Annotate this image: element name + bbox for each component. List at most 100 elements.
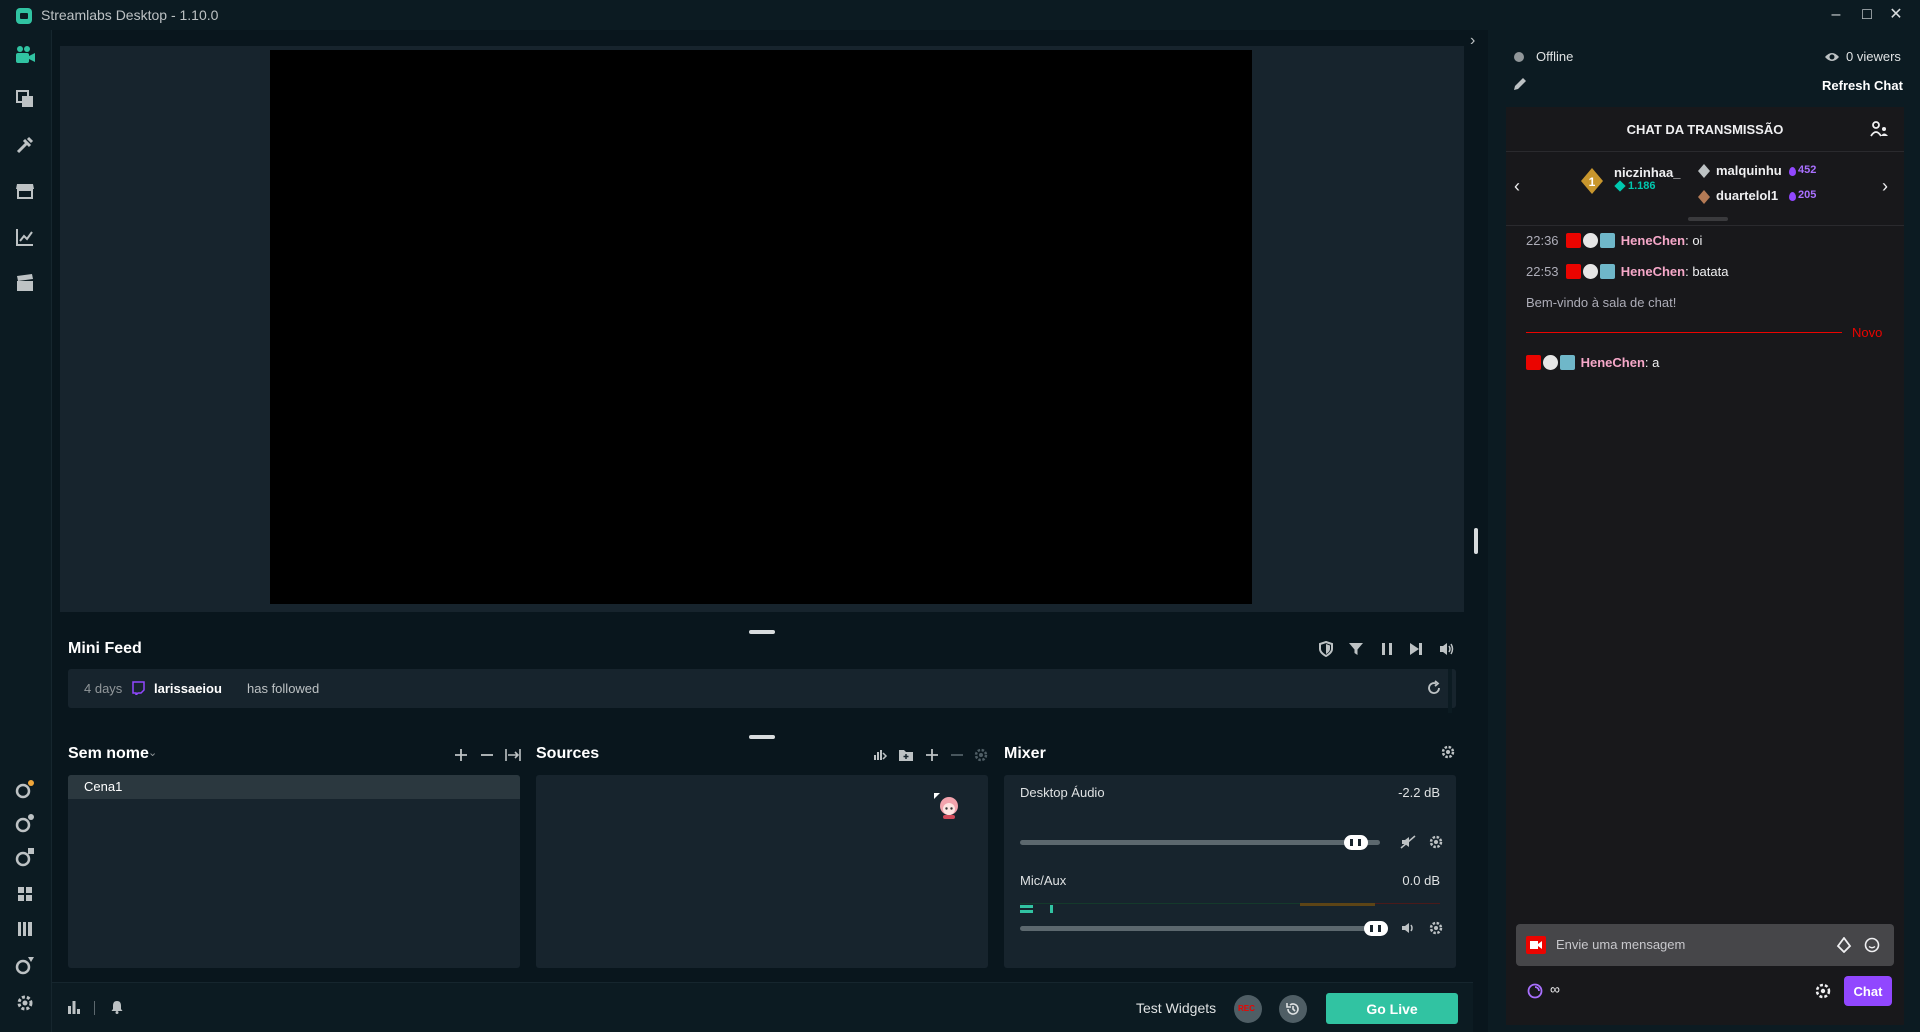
scene-collection-title[interactable]: Sem nome (68, 745, 149, 763)
skip-icon[interactable] (1408, 641, 1424, 657)
speaker-icon[interactable] (1400, 920, 1416, 936)
leader-1-value: 1.186 (1628, 180, 1656, 192)
volume-slider[interactable] (1020, 840, 1380, 845)
subscriber-badge-icon (1600, 233, 1616, 248)
performance-icon[interactable] (66, 999, 82, 1015)
chevron-down-icon[interactable]: ⌄ (148, 746, 157, 759)
leaderboard: ‹ › 1 niczinhaa_ 1.186 malquinhu 452 dua… (1506, 152, 1904, 226)
stream-preview[interactable] (270, 50, 1252, 604)
scene-item[interactable]: Cena1 (68, 775, 520, 799)
chat-input[interactable]: Envie uma mensagem (1516, 924, 1894, 966)
editor-tools-icon[interactable] (14, 134, 36, 156)
chat-message: 22:53 HeneChen: batata (1526, 264, 1729, 279)
broadcaster-badge-icon (1526, 936, 1546, 954)
app-3-icon[interactable] (14, 846, 36, 868)
minifeed-scrollbar[interactable] (1448, 669, 1452, 713)
eye-icon (1825, 53, 1839, 61)
message-user[interactable]: HeneChen (1621, 233, 1685, 248)
clapper-icon[interactable] (14, 272, 36, 294)
layout-icon[interactable] (14, 918, 36, 940)
source-selector-icon[interactable] (872, 747, 888, 763)
emote-icon[interactable] (1864, 937, 1880, 953)
welcome-message: Bem-vindo à sala de chat! (1526, 295, 1677, 310)
chat-input-placeholder: Envie uma mensagem (1556, 937, 1686, 952)
filter-icon[interactable] (1348, 641, 1364, 657)
panels-resize-handle[interactable] (749, 735, 775, 739)
offline-indicator-icon (1514, 52, 1524, 62)
remove-scene-icon[interactable] (480, 748, 494, 762)
chevron-right-icon[interactable]: › (1882, 176, 1888, 197)
replay-buffer-button[interactable] (1279, 995, 1307, 1023)
broadcaster-badge-icon (1526, 355, 1541, 370)
minimize-icon[interactable]: – (1824, 3, 1848, 27)
volume-slider-handle[interactable] (1364, 921, 1388, 936)
volume-slider[interactable] (1020, 926, 1380, 931)
bell-icon[interactable] (109, 999, 125, 1015)
leader-3-value: 205 (1798, 189, 1817, 201)
channel-name: Desktop Áudio (1020, 785, 1105, 800)
minifeed-user[interactable]: larissaeiou (154, 681, 222, 696)
preview-resize-handle[interactable] (749, 630, 775, 634)
test-widgets-button[interactable]: Test Widgets (1136, 1000, 1216, 1016)
close-icon[interactable]: ✕ (1884, 3, 1908, 27)
title-bar: Streamlabs Desktop - 1.10.0 – □ ✕ (0, 0, 1920, 30)
app-1-icon[interactable] (14, 778, 36, 800)
rank-1-badge-icon: 1 (1581, 168, 1603, 194)
add-source-icon[interactable] (925, 748, 939, 762)
volume-icon[interactable] (1438, 641, 1456, 657)
app-4-icon[interactable] (14, 954, 36, 976)
message-user[interactable]: HeneChen (1581, 355, 1645, 370)
channel-settings-icon[interactable] (1428, 834, 1444, 850)
scene-item-label: Cena1 (84, 779, 123, 794)
mute-icon[interactable] (1400, 834, 1416, 850)
collapse-chat-icon[interactable]: › (1470, 32, 1475, 50)
new-messages-label: Novo (1852, 325, 1883, 340)
add-folder-icon[interactable] (898, 747, 914, 763)
message-user[interactable]: HeneChen (1621, 264, 1685, 279)
leader-2-name[interactable]: malquinhu (1716, 163, 1782, 178)
themes-icon[interactable] (14, 88, 36, 110)
chat-message: 22:36 HeneChen: oi (1526, 233, 1703, 248)
volume-meter (1020, 903, 1440, 913)
chat-settings-icon[interactable] (1814, 982, 1832, 1000)
mixer-settings-icon[interactable] (1440, 744, 1456, 760)
sources-title: Sources (536, 745, 600, 762)
bits-icon (1789, 167, 1796, 176)
settings-icon[interactable] (14, 992, 36, 1014)
analytics-icon[interactable] (14, 226, 36, 248)
edit-pencil-icon[interactable] (1512, 76, 1528, 92)
video-camera-icon[interactable] (14, 44, 36, 66)
rank-3-badge-icon (1698, 190, 1710, 204)
store-icon[interactable] (14, 180, 36, 202)
history-icon (1286, 1003, 1299, 1015)
record-button[interactable]: REC (1234, 995, 1262, 1023)
leaderboard-pager (1688, 217, 1728, 221)
new-messages-divider (1526, 332, 1842, 333)
leader-3-name[interactable]: duartelol1 (1716, 188, 1778, 203)
refresh-chat-button[interactable]: Refresh Chat (1822, 78, 1903, 93)
pause-icon[interactable] (1379, 641, 1395, 657)
minifeed-action: has followed (247, 681, 320, 696)
chat-send-button[interactable]: Chat (1844, 976, 1892, 1006)
bits-icon[interactable] (1836, 937, 1852, 953)
app-2-icon[interactable] (14, 812, 36, 834)
chat-resize-handle[interactable] (1474, 528, 1478, 554)
channel-settings-icon[interactable] (1428, 920, 1444, 936)
grid-icon[interactable] (14, 883, 36, 905)
repeat-icon[interactable] (1426, 680, 1442, 696)
chevron-left-icon[interactable]: ‹ (1514, 176, 1520, 197)
source-settings-icon[interactable] (973, 747, 989, 763)
chat-header: CHAT DA TRANSMISSÃO (1506, 107, 1904, 152)
channel-db: 0.0 dB (1402, 873, 1440, 888)
shield-icon[interactable] (1318, 641, 1334, 657)
leader-1-name[interactable]: niczinhaa_ (1614, 165, 1680, 180)
volume-slider-handle[interactable] (1344, 835, 1368, 850)
add-scene-icon[interactable] (454, 748, 468, 762)
maximize-icon[interactable]: □ (1855, 3, 1879, 27)
community-icon[interactable] (1870, 120, 1890, 138)
transition-icon[interactable] (505, 748, 521, 762)
remove-source-icon[interactable] (950, 748, 964, 762)
channel-points-icon[interactable] (1527, 983, 1543, 999)
broadcaster-badge-icon (1566, 264, 1582, 279)
go-live-button[interactable]: Go Live (1326, 993, 1458, 1024)
